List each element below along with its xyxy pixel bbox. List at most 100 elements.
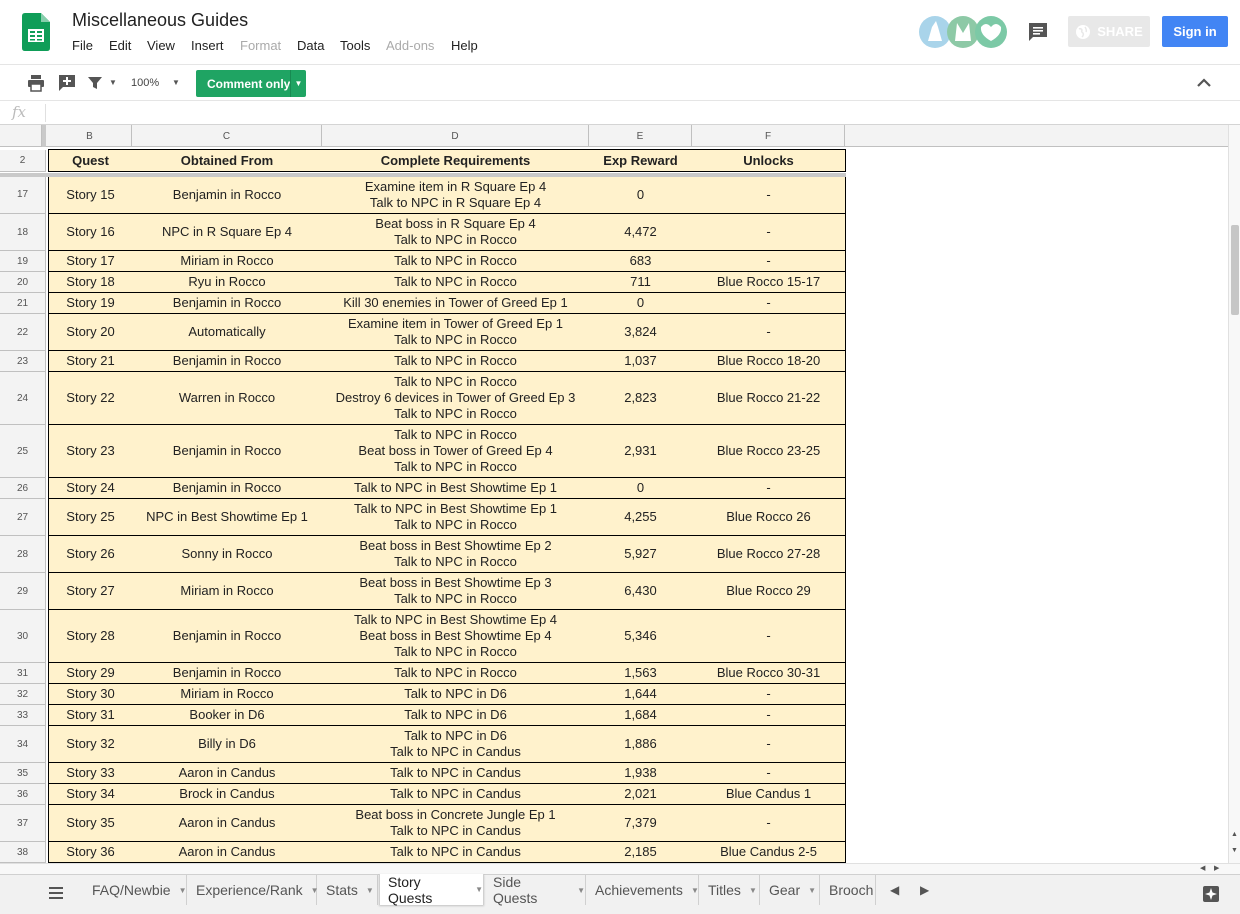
table-cell[interactable]: Story 27 [48, 573, 133, 610]
table-cell[interactable]: Talk to NPC in D6 [322, 705, 590, 726]
row-header[interactable]: 24 [0, 372, 46, 425]
table-cell[interactable]: - [692, 251, 846, 272]
table-cell[interactable]: Talk to NPC in Best Showtime Ep 1 [322, 478, 590, 499]
table-cell[interactable]: Talk to NPC in Rocco Beat boss in Tower o… [322, 425, 590, 478]
tab-menu-icon[interactable]: ▼ [691, 886, 699, 895]
table-cell[interactable]: Story 21 [48, 351, 133, 372]
table-cell[interactable]: - [692, 214, 846, 251]
menu-view[interactable]: View [147, 38, 175, 53]
table-cell[interactable]: 711 [589, 272, 693, 293]
menu-help[interactable]: Help [451, 38, 478, 53]
table-cell[interactable]: Blue Rocco 27-28 [692, 536, 846, 573]
zoom-dropdown-icon[interactable]: ▼ [172, 78, 180, 87]
row-header[interactable]: 33 [0, 705, 46, 726]
table-cell[interactable]: Story 19 [48, 293, 133, 314]
frozen-row-bar[interactable] [0, 173, 846, 177]
table-cell[interactable]: Miriam in Rocco [132, 573, 323, 610]
table-cell[interactable]: 3,824 [589, 314, 693, 351]
chevron-down-icon[interactable]: ▼ [290, 70, 306, 97]
explore-icon[interactable] [1202, 885, 1220, 903]
table-cell[interactable]: Benjamin in Rocco [132, 610, 323, 663]
row-header[interactable]: 30 [0, 610, 46, 663]
table-cell[interactable]: Benjamin in Rocco [132, 293, 323, 314]
table-cell[interactable]: Story 18 [48, 272, 133, 293]
table-cell[interactable]: - [692, 726, 846, 763]
menu-format[interactable]: Format [240, 38, 281, 53]
table-cell[interactable]: 1,684 [589, 705, 693, 726]
table-cell[interactable]: Miriam in Rocco [132, 251, 323, 272]
tab-achievements[interactable]: Achievements ▼ [587, 875, 699, 905]
column-title-cell[interactable]: Obtained From [132, 150, 323, 172]
table-cell[interactable]: 2,021 [589, 784, 693, 805]
table-cell[interactable]: Talk to NPC in Rocco Destroy 6 devices in… [322, 372, 590, 425]
table-cell[interactable]: Blue Candus 2-5 [692, 842, 846, 863]
table-cell[interactable]: Blue Rocco 21-22 [692, 372, 846, 425]
table-cell[interactable]: 4,255 [589, 499, 693, 536]
table-cell[interactable]: 6,430 [589, 573, 693, 610]
table-cell[interactable]: Story 26 [48, 536, 133, 573]
table-cell[interactable]: 0 [589, 176, 693, 214]
table-cell[interactable]: Blue Candus 1 [692, 784, 846, 805]
table-cell[interactable]: Story 34 [48, 784, 133, 805]
row-header[interactable]: 20 [0, 272, 46, 293]
table-cell[interactable]: - [692, 314, 846, 351]
table-cell[interactable]: Examine item in Tower of Greed Ep 1 Talk … [322, 314, 590, 351]
scroll-down-icon[interactable]: ▼ [1231, 847, 1238, 854]
table-cell[interactable]: - [692, 478, 846, 499]
table-cell[interactable]: 5,346 [589, 610, 693, 663]
tab-experience-rank[interactable]: Experience/Rank ▼ [188, 875, 319, 905]
table-cell[interactable]: Blue Rocco 15-17 [692, 272, 846, 293]
table-cell[interactable]: 0 [589, 293, 693, 314]
frozen-column-bar[interactable] [42, 125, 46, 147]
table-cell[interactable]: Story 15 [48, 176, 133, 214]
table-cell[interactable]: 7,379 [589, 805, 693, 842]
menu-tools[interactable]: Tools [340, 38, 370, 53]
tab-brooch[interactable]: Brooch [821, 875, 876, 905]
table-cell[interactable]: Story 25 [48, 499, 133, 536]
tab-menu-icon[interactable]: ▼ [577, 886, 585, 895]
table-cell[interactable]: Story 23 [48, 425, 133, 478]
menu-edit[interactable]: Edit [109, 38, 131, 53]
table-cell[interactable]: Blue Rocco 30-31 [692, 663, 846, 684]
table-cell[interactable]: Blue Rocco 18-20 [692, 351, 846, 372]
table-cell[interactable]: Story 16 [48, 214, 133, 251]
table-cell[interactable]: NPC in Best Showtime Ep 1 [132, 499, 323, 536]
row-header[interactable]: 22 [0, 314, 46, 351]
table-cell[interactable]: Story 24 [48, 478, 133, 499]
table-cell[interactable]: 683 [589, 251, 693, 272]
tab-menu-icon[interactable]: ▼ [808, 886, 816, 895]
table-cell[interactable]: Talk to NPC in Rocco [322, 351, 590, 372]
zoom-select[interactable]: 100% [131, 77, 159, 89]
sheets-logo-icon[interactable] [22, 13, 50, 51]
menu-addons[interactable]: Add-ons [386, 38, 434, 53]
share-button[interactable]: SHARE [1068, 16, 1150, 47]
row-header[interactable]: 34 [0, 726, 46, 763]
scroll-right-icon[interactable]: ▶ [1214, 864, 1219, 872]
tab-menu-icon[interactable]: ▼ [475, 885, 483, 894]
table-cell[interactable]: 2,823 [589, 372, 693, 425]
column-header-c[interactable]: C [132, 125, 322, 147]
row-header[interactable]: 28 [0, 536, 46, 573]
table-cell[interactable]: 2,185 [589, 842, 693, 863]
table-cell[interactable]: Talk to NPC in Candus [322, 763, 590, 784]
print-icon[interactable] [27, 74, 45, 92]
column-header-b[interactable]: B [48, 125, 132, 147]
filter-icon[interactable] [87, 75, 103, 91]
table-cell[interactable]: Beat boss in Concrete Jungle Ep 1 Talk to… [322, 805, 590, 842]
tab-scroll-right-icon[interactable]: ▶ [920, 883, 929, 897]
row-header[interactable]: 37 [0, 805, 46, 842]
table-cell[interactable]: Story 28 [48, 610, 133, 663]
row-header[interactable]: 36 [0, 784, 46, 805]
table-cell[interactable]: Talk to NPC in D6 Talk to NPC in Candus [322, 726, 590, 763]
row-header[interactable]: 2 [0, 150, 46, 172]
collapse-menus-icon[interactable] [1196, 76, 1212, 90]
table-cell[interactable]: Kill 30 enemies in Tower of Greed Ep 1 [322, 293, 590, 314]
table-cell[interactable]: Talk to NPC in Candus [322, 784, 590, 805]
table-cell[interactable]: Story 29 [48, 663, 133, 684]
tab-titles[interactable]: Titles ▼ [700, 875, 760, 905]
row-header[interactable]: 17 [0, 176, 46, 214]
table-cell[interactable]: Story 33 [48, 763, 133, 784]
table-cell[interactable]: Beat boss in Best Showtime Ep 2 Talk to N… [322, 536, 590, 573]
comment-history-icon[interactable] [1026, 20, 1050, 44]
tab-gear[interactable]: Gear ▼ [761, 875, 820, 905]
